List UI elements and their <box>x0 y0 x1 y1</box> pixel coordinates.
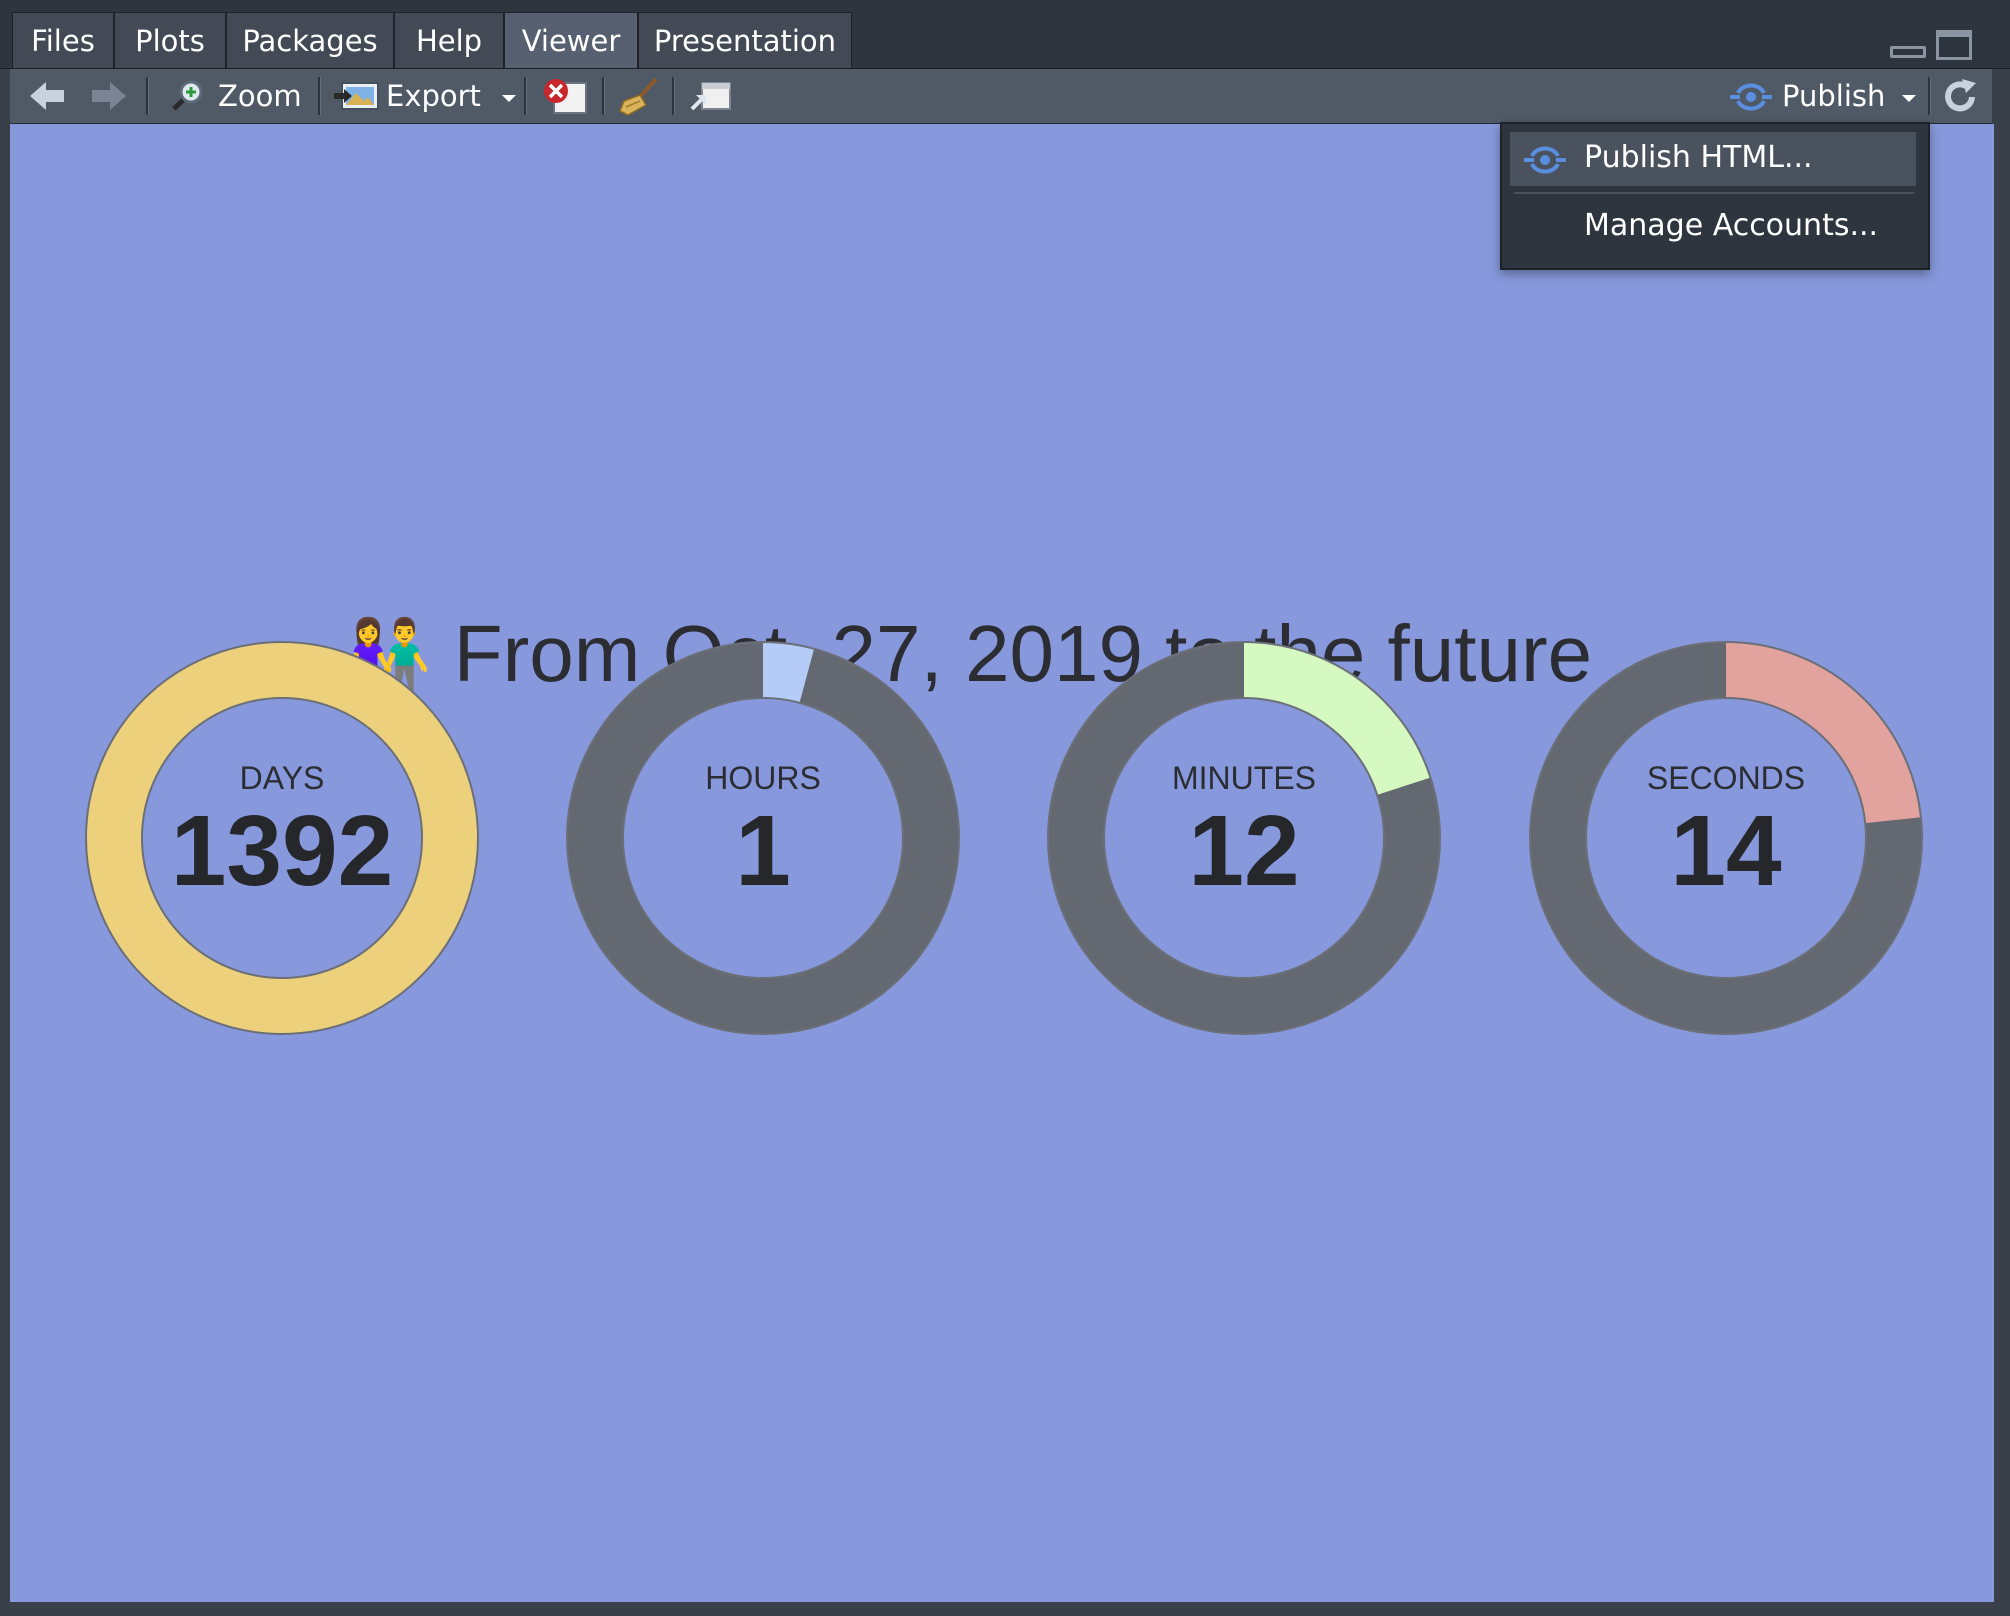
maximize-pane-button[interactable] <box>1936 30 1972 60</box>
tab-label: Files <box>31 23 95 58</box>
menu-item-publish-html[interactable]: Publish HTML... <box>1510 132 1916 186</box>
tab-files[interactable]: Files <box>12 12 114 68</box>
forward-arrow-icon[interactable] <box>90 79 128 113</box>
tab-presentation[interactable]: Presentation <box>638 12 852 68</box>
zoom-button[interactable]: Zoom <box>164 69 314 123</box>
counter-value-days: 1392 <box>170 795 394 907</box>
counter-value-minutes: 12 <box>1188 795 1300 907</box>
export-button[interactable]: Export <box>334 69 522 123</box>
remove-viewer-icon[interactable] <box>540 77 590 117</box>
broom-icon[interactable] <box>616 77 664 117</box>
chevron-down-icon <box>1902 95 1916 102</box>
show-in-new-window-icon[interactable] <box>688 79 734 115</box>
publish-button[interactable]: Publish <box>1718 69 1922 123</box>
zoom-magnifier-icon <box>172 80 203 111</box>
toolbar-separator <box>318 77 321 115</box>
publish-dropdown-menu: Publish HTML... Manage Accounts... <box>1500 122 1930 270</box>
tab-viewer[interactable]: Viewer <box>504 12 638 68</box>
viewer-toolbar: Zoom Export Publish <box>10 69 1992 125</box>
tab-help[interactable]: Help <box>394 12 504 68</box>
counter-label-hours: HOURS <box>705 760 821 796</box>
viewer-content: 👫 From Oct. 27, 2019 to the future DAYS … <box>10 124 1994 1602</box>
counter-label-days: DAYS <box>239 760 325 796</box>
menu-item-label: Manage Accounts... <box>1584 208 1879 243</box>
export-label: Export <box>386 79 481 113</box>
toolbar-separator <box>146 77 149 115</box>
toolbar-separator <box>672 77 675 115</box>
refresh-icon[interactable] <box>1940 77 1980 117</box>
counter-value-seconds: 14 <box>1670 795 1782 907</box>
menu-item-label: Publish HTML... <box>1584 140 1813 175</box>
publish-icon <box>1524 146 1566 174</box>
menu-item-manage-accounts[interactable]: Manage Accounts... <box>1510 200 1916 256</box>
tab-label: Presentation <box>653 23 837 58</box>
back-arrow-icon[interactable] <box>28 79 66 113</box>
minimize-pane-button[interactable] <box>1890 46 1926 58</box>
toolbar-separator <box>524 77 527 115</box>
counter-label-minutes: MINUTES <box>1172 760 1316 796</box>
tab-label: Packages <box>242 23 378 58</box>
counter-value-hours: 1 <box>735 795 791 907</box>
tab-plots[interactable]: Plots <box>114 12 226 68</box>
pane-tab-bar: Files Plots Packages Help Viewer Present… <box>0 0 2010 69</box>
chevron-down-icon <box>502 95 516 102</box>
tab-label: Plots <box>135 23 205 58</box>
zoom-label: Zoom <box>218 79 302 113</box>
tab-packages[interactable]: Packages <box>226 12 394 68</box>
export-image-icon <box>334 82 379 110</box>
counter-label-seconds: SECONDS <box>1646 760 1806 796</box>
toolbar-separator <box>602 77 605 115</box>
tab-label: Help <box>415 23 483 58</box>
publish-icon <box>1730 83 1772 111</box>
menu-divider <box>1514 192 1914 194</box>
toolbar-separator <box>1928 77 1931 115</box>
tab-label: Viewer <box>521 23 621 58</box>
publish-label: Publish <box>1782 79 1886 113</box>
